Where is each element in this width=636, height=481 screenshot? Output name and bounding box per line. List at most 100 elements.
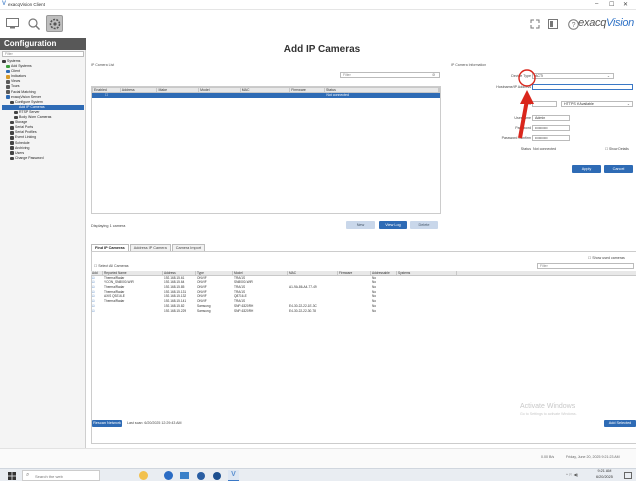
app-icon[interactable] xyxy=(213,472,221,480)
tree-node-icon xyxy=(14,115,18,120)
apply-button[interactable]: Apply xyxy=(572,165,601,173)
row-status: Not connected xyxy=(326,93,349,97)
gear-icon[interactable] xyxy=(46,15,63,32)
show-details-label: Show Details xyxy=(608,147,629,151)
sidebar-title: Configuration xyxy=(0,38,86,50)
cell-model: SNP-6320RH xyxy=(234,308,254,313)
config-tree: Systems Add Systems Client Indicators Views T… xyxy=(2,59,84,161)
status-bar: 0.00 B/s Friday, June 20, 2025 9:21:23 A… xyxy=(0,448,636,468)
cortana-icon[interactable] xyxy=(139,471,148,480)
rescan-network-button[interactable]: Rescan Network xyxy=(92,420,122,427)
tree-node-icon xyxy=(10,131,14,135)
title-bar: V exacqVision Client – ☐ ✕ xyxy=(0,0,636,10)
transfer-rate: 0.00 B/s xyxy=(541,455,555,459)
camera-list-filter-input[interactable]: Filter xyxy=(340,72,440,78)
view-log-button[interactable]: View Log xyxy=(379,221,407,229)
delete-button[interactable]: Delete xyxy=(410,221,438,229)
sidebar-item-change-password[interactable]: Change Password xyxy=(2,156,84,161)
minimize-button[interactable]: – xyxy=(595,1,598,7)
fullscreen-icon[interactable] xyxy=(528,17,542,31)
select-all-checkbox[interactable]: ☐ Select All Cameras xyxy=(94,264,129,268)
column-header[interactable]: MAC xyxy=(288,271,338,275)
tree-node-icon xyxy=(6,85,10,89)
column-header[interactable]: Address xyxy=(121,88,158,92)
row-enabled-checkbox[interactable]: ☐ xyxy=(92,93,120,98)
new-button[interactable]: New xyxy=(346,221,375,229)
show-used-checkbox[interactable]: ☐ Show used cameras xyxy=(588,256,625,260)
tree-node-icon xyxy=(10,126,14,130)
cell-mac: E4-30-22-22-30-78 xyxy=(289,308,316,313)
brand-suffix: Vision xyxy=(606,17,634,29)
add-checkbox[interactable]: ☑ xyxy=(91,309,103,314)
taskbar-clock[interactable]: 9:21 AM 6/20/2025 xyxy=(596,469,613,480)
svg-text:?: ? xyxy=(571,22,575,29)
row-model xyxy=(199,93,241,98)
show-details-checkbox[interactable]: ☐ Show Details xyxy=(605,147,629,151)
column-header[interactable]: Reported Name xyxy=(103,271,163,275)
notification-icon[interactable] xyxy=(624,472,632,479)
tree-node-icon xyxy=(2,59,6,64)
column-header[interactable]: Firmware xyxy=(290,88,325,92)
taskbar-search-input[interactable]: ⌕ Search the web xyxy=(22,470,100,481)
column-header[interactable]: Add xyxy=(91,271,103,275)
brand-logo: exacqVision xyxy=(578,17,634,29)
tree-node-icon xyxy=(10,156,14,161)
window-title: exacqVision Client xyxy=(8,2,45,7)
select-all-label: Select All Cameras xyxy=(98,264,129,268)
status-label: Status xyxy=(520,147,531,151)
column-header[interactable]: MAC xyxy=(241,88,291,92)
exacqvision-taskbar-icon[interactable]: V xyxy=(228,470,239,481)
layout-icon[interactable] xyxy=(546,17,560,31)
cancel-button[interactable]: Cancel xyxy=(604,165,633,173)
taskbar: ⌕ Search the web V ^ ⚐ ◀) 9:21 AM 6/20/2… xyxy=(0,468,636,481)
chrome-icon[interactable] xyxy=(197,472,205,480)
row-firmware xyxy=(290,93,325,98)
system-tray-icons[interactable]: ^ ⚐ ◀) xyxy=(566,472,578,477)
main-toolbar: ? exacqVision xyxy=(0,10,636,38)
column-header[interactable]: Make xyxy=(157,88,200,92)
chevron-down-icon: ⌄ xyxy=(626,102,630,106)
clear-filter-icon[interactable]: ⊘ xyxy=(432,72,435,77)
column-header[interactable]: Type xyxy=(196,271,233,275)
camera-list-table: Enabled Address Make Model MAC Firmware Status… xyxy=(91,86,441,214)
column-header[interactable]: Enabled xyxy=(93,88,121,92)
tree-node-icon xyxy=(10,136,14,140)
column-header[interactable]: Addressable xyxy=(371,271,397,275)
column-header[interactable]: Status xyxy=(325,88,439,92)
monitor-icon[interactable] xyxy=(4,15,21,32)
store-icon[interactable] xyxy=(180,472,189,479)
camera-info-label: IP Camera Information xyxy=(451,63,487,67)
tree-node-icon xyxy=(10,100,14,105)
add-selected-button[interactable]: Add Selected xyxy=(604,420,636,427)
sidebar-filter-input[interactable]: Filter xyxy=(2,51,84,57)
column-header[interactable]: Address xyxy=(163,271,196,275)
windows-start-icon[interactable] xyxy=(8,472,16,481)
tree-node-icon xyxy=(14,105,18,110)
row-mac xyxy=(241,93,291,98)
column-header[interactable]: Systems xyxy=(397,271,457,275)
close-button[interactable]: ✕ xyxy=(623,1,628,8)
protocol-select[interactable]: HTTPS if Available ⌄ xyxy=(561,101,633,107)
tree-node-icon xyxy=(14,110,18,115)
sidebar: Configuration Filter Systems Add Systems C… xyxy=(0,38,86,448)
found-cameras-table: Add Reported Name Address Type Model MAC Firmw… xyxy=(91,271,636,313)
protocol-value: HTTPS if Available xyxy=(564,102,594,106)
column-header[interactable]: Firmware xyxy=(338,271,371,275)
camera-list-row[interactable]: ☐ Not connected xyxy=(92,93,440,98)
maximize-button[interactable]: ☐ xyxy=(609,1,614,8)
column-header[interactable]: Model xyxy=(199,88,241,92)
tree-node-icon xyxy=(6,80,10,84)
cell-type: Samsung xyxy=(197,308,211,313)
displaying-count: Displaying 1 camera xyxy=(91,224,126,228)
cell-addressable: No xyxy=(372,308,377,313)
table-row[interactable]: ☑ 192.168.15.229 Samsung SNP-6320RH E4-30-22… xyxy=(91,309,636,314)
tree-node-icon xyxy=(10,120,14,125)
search-icon[interactable] xyxy=(25,15,42,32)
column-header[interactable]: Model xyxy=(233,271,288,275)
status-value: Not connected xyxy=(533,147,557,151)
brand-prefix: exacq xyxy=(578,17,607,29)
tree-node-icon xyxy=(6,69,10,74)
tree-node-icon xyxy=(6,95,10,99)
edge-browser-icon[interactable] xyxy=(164,471,173,480)
find-filter-input[interactable]: Filter xyxy=(537,263,634,269)
